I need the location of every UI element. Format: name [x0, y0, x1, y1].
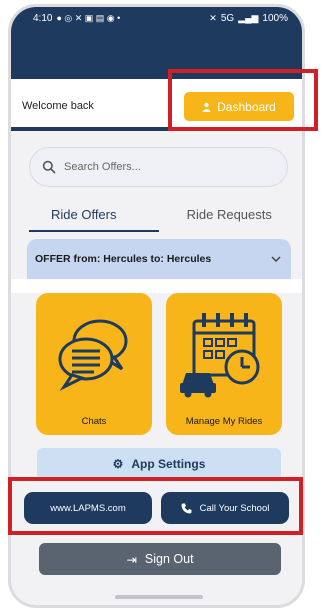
website-button[interactable]: www.LAPMS.com	[24, 492, 152, 524]
search-bar[interactable]	[29, 147, 288, 187]
gear-icon: ⚙	[112, 457, 124, 471]
chat-bubbles-icon	[58, 319, 128, 391]
status-bar: 4:10 ● ◎ ✕ ▣ ▤ ◉ • ✕ 5G ▂▄▆ 100%	[11, 7, 302, 29]
header-band	[11, 29, 302, 79]
app-settings-label: App Settings	[131, 457, 206, 471]
dashboard-label: Dashboard	[217, 99, 276, 114]
phone-frame: 4:10 ● ◎ ✕ ▣ ▤ ◉ • ✕ 5G ▂▄▆ 100% Welcome…	[8, 4, 305, 608]
chats-label: Chats	[81, 416, 107, 427]
signal-icon: ▂▄▆	[238, 12, 259, 23]
offer-card[interactable]: OFFER from: Hercules to: Hercules	[27, 239, 291, 279]
phone-icon	[181, 503, 192, 513]
tab-bar: Ride Offers Ride Requests	[11, 203, 302, 233]
app-settings-button[interactable]: ⚙ App Settings	[37, 448, 281, 480]
tab-ride-offers[interactable]: Ride Offers	[11, 203, 157, 233]
welcome-text: Welcome back	[22, 100, 94, 112]
chevron-down-icon	[271, 256, 281, 262]
exit-icon: ⇥	[126, 552, 137, 567]
status-time: 4:10	[33, 12, 53, 24]
sign-out-label: Sign Out	[144, 552, 194, 566]
sign-out-button[interactable]: ⇥ Sign Out	[39, 543, 281, 575]
search-input[interactable]	[64, 161, 264, 173]
section-divider	[11, 279, 302, 293]
battery-label: 100%	[262, 12, 288, 24]
welcome-bar: Welcome back Dashboard	[11, 79, 302, 131]
calendar-car-icon	[180, 313, 260, 398]
website-label: www.LAPMS.com	[50, 502, 126, 514]
home-indicator	[115, 595, 203, 599]
manage-rides-label: Manage My Rides	[185, 416, 263, 427]
dashboard-button[interactable]: Dashboard	[184, 92, 294, 121]
network-label: 5G	[220, 12, 235, 24]
active-tab-indicator	[29, 230, 159, 232]
call-school-label: Call Your School	[199, 502, 270, 514]
tab-ride-requests[interactable]: Ride Requests	[157, 203, 303, 233]
offer-label: OFFER from: Hercules to: Hercules	[35, 253, 212, 265]
search-icon	[42, 160, 56, 174]
chats-tile[interactable]: Chats	[36, 293, 152, 435]
call-school-button[interactable]: Call Your School	[161, 492, 289, 524]
mute-icon: ✕	[209, 12, 217, 23]
notification-icons: ● ◎ ✕ ▣ ▤ ◉ •	[56, 12, 121, 23]
manage-rides-tile[interactable]: Manage My Rides	[166, 293, 282, 435]
person-icon	[202, 102, 211, 112]
